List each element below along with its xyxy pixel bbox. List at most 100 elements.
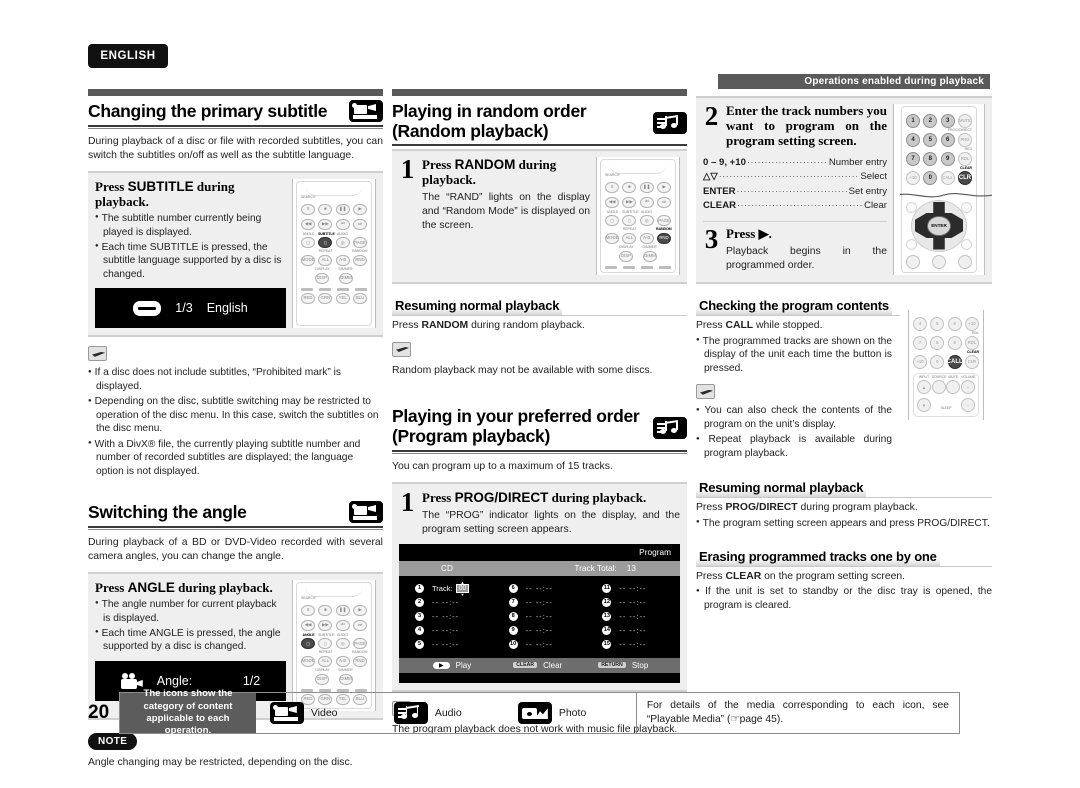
program-slot[interactable]: 4 -- --:-- [399,624,493,638]
program-slot[interactable]: 11 -- --:-- [586,582,680,596]
subhead-wrap: Resuming normal playback [696,466,992,499]
program-slot[interactable]: 9 -- --:-- [493,624,587,638]
track-total: Track Total: 13 [564,563,636,573]
audio-icon [653,417,687,440]
remote-key-next: ⏭ [352,218,367,230]
step2-heading: Enter the track numbers you want to prog… [726,103,887,148]
remote-key-7: 7 [913,335,927,350]
proc-post: during playback. [174,580,273,596]
remote-key-all: ALL [318,655,333,667]
remote-key-all: ALL [622,232,637,244]
program-slot[interactable]: 7 -- --:-- [493,596,587,610]
erase-line: Press CLEAR on the program setting scree… [696,570,992,584]
program-slot[interactable]: 2 -- --:-- [399,596,493,610]
step-number: 1 [400,487,415,518]
key-row: △▽ ·····································… [703,170,887,184]
program-slot[interactable]: 6 -- --:-- [493,582,587,596]
slot-value: -- --:-- [619,584,647,594]
slot-number: 11 [602,584,612,594]
remote-label-volume: VOLUME [960,374,976,379]
dot-leader: ········································… [736,185,848,196]
slot-value: -- --:-- [619,612,647,622]
remote-label-angle: ANGLE [606,209,619,214]
program-slot[interactable]: 14 -- --:-- [586,624,680,638]
remote-key-down: ▼ [917,398,931,413]
remote-key-ab: A-B [639,232,654,244]
procedure-body: The “RAND” lights on the display and “Ra… [422,192,590,231]
clear-button-badge[interactable]: CLEAR [513,662,538,669]
remote-key-play: ▶ [656,181,671,193]
program-slot[interactable]: 13 -- --:-- [586,610,680,624]
footer-details-text: For details of the media corresponding t… [635,693,959,733]
remote-label-audio: AUDIO [337,231,348,236]
play-button-badge[interactable]: ▶ [433,661,450,669]
remote-label-blank [352,233,367,237]
step3-heading: Press ▶. [726,226,772,242]
remote-key-play: ▶ [352,604,367,616]
key-row: ENTER ··································… [703,185,887,199]
program-slot[interactable]: 15 -- --:-- [586,638,680,652]
remote-label-dimmer: DIMMER [338,667,353,672]
remote-key-0: 0 [930,354,945,369]
remote-key-prev: ⏮ [335,218,350,230]
slot-number: 10 [508,640,518,650]
note-text: Angle changing may be restricted, depend… [88,756,353,768]
subhead-wrap: Resuming normal playback [392,284,687,316]
remote-key-mute2 [946,380,961,395]
remote-label-display: DISPLAY [315,266,330,271]
slot-value: -- --:-- [432,626,460,636]
footer-legend-box: The icons show the category of content a… [119,688,960,736]
remote-key-search: S [301,604,315,616]
proc-key: RANDOM [454,157,516,173]
remote-label-repeat: REPEAT [622,227,637,232]
memo-icon [696,384,715,400]
track-value-box[interactable]: 00 [455,584,470,594]
memo-list-subtitle: If a disc does not include subtitles, “P… [88,366,383,478]
slot-value: -- --:-- [619,640,647,650]
memo-icon [392,341,411,357]
program-slot[interactable]: 1 Track: 00 [399,582,493,596]
track-entry[interactable]: Track: 00 [432,584,470,594]
camera-icon [120,672,143,689]
program-slot[interactable]: 12 -- --:-- [586,596,680,610]
remote-color-bars [301,287,367,291]
remote-key-random: RND [352,655,367,667]
program-slot[interactable]: 3 -- --:-- [399,610,493,624]
dot-leader: ········································… [737,199,863,210]
footer-icon-label: Audio [434,707,462,719]
remote-label-blank [656,211,671,215]
program-slot[interactable]: 10 -- --:-- [493,638,587,652]
proc-pre: Press [95,580,128,596]
slot-number: 8 [508,612,518,622]
slot-value: -- --:-- [525,612,553,622]
remote-key-subtitle: ▯ [622,215,637,227]
procedure-box-random: 1 Press RANDOM during playback. The “RAN… [392,149,687,284]
remote-label-display: DISPLAY [619,244,634,249]
torn-edge-graphic [893,187,999,197]
footer-icon-list: Video Audio Photo [256,693,636,733]
remote-key-audio: ◎ [639,215,654,227]
program-slot[interactable]: 8 -- --:-- [493,610,587,624]
text-pre: Press [696,570,726,582]
slot-value: -- --:-- [525,626,553,636]
remote-illustration-subtitle: SEARCH S ■ ❚❚ ▶ ◀◀ ▶▶ ⏮ ⏭ ANGLE SUBTITLE… [292,179,376,329]
remote-label-blank2 [605,228,620,232]
text-key: CLEAR [725,570,762,582]
remote-key-clr: CLR [964,354,979,369]
program-slot[interactable]: 5 -- --:-- [399,638,493,652]
remote-key-mode: MODE [301,655,315,667]
remote-key-subtitle: ▯ [318,638,333,650]
program-slots-grid: 1 Track: 00 2 -- --:-- [399,576,680,658]
remote-key-2: 2 [923,113,938,128]
program-screen-title: Program [639,547,671,558]
slot-value: -- --:-- [619,626,647,636]
remote-label-random: RANDOM [352,249,368,254]
remote-label-search: SEARCH [605,173,620,178]
remote-label-subtitle: SUBTITLE [622,209,639,214]
remote-key-clr: CLR [957,170,972,185]
slot-number: 5 [415,640,424,650]
remote-key-prog: PRG [957,132,972,147]
procedure-box-steps-2-3: 2 Enter the track numbers you want to pr… [696,96,999,284]
page-title-random-1: Playing in random order [392,101,587,121]
return-button-badge[interactable]: RETURN [598,662,626,669]
